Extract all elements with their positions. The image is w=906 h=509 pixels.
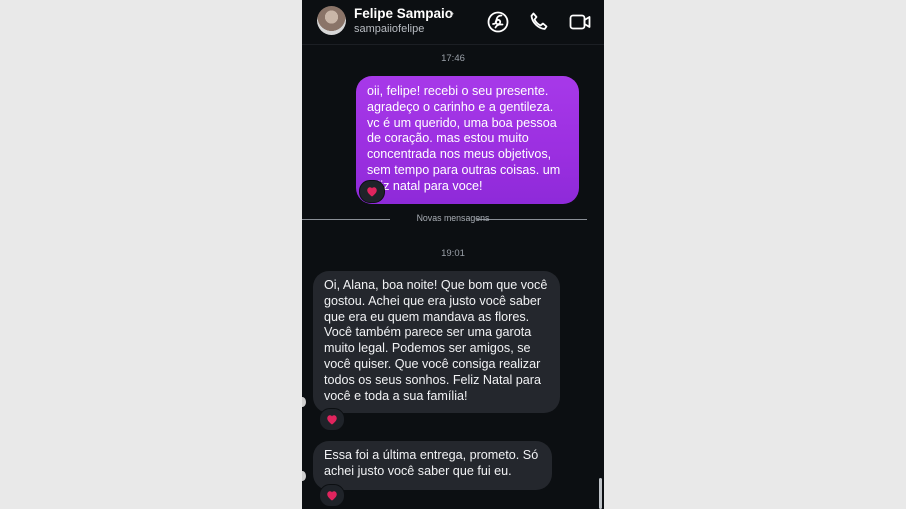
chat-header: Felipe Sampaio › sampaiiofelipe (302, 0, 604, 45)
new-messages-divider: Novas mensagens (416, 213, 490, 223)
received-message-bubble[interactable]: Oi, Alana, boa noite! Que bom que você g… (313, 271, 560, 413)
sent-message-bubble[interactable]: oii, felipe! recebi o seu presente. agra… (356, 76, 579, 204)
heart-reaction-icon[interactable] (319, 484, 345, 507)
phone-call-icon[interactable] (527, 10, 551, 34)
sender-avatar-edge (302, 471, 306, 481)
sticker-icon[interactable] (486, 10, 510, 34)
right-letterbox (604, 0, 906, 509)
received-message-bubble[interactable]: Essa foi a última entrega, prometo. Só a… (313, 441, 552, 490)
contact-handle: sampaiiofelipe (354, 23, 425, 35)
timestamp: 17:46 (441, 53, 465, 64)
heart-reaction-icon[interactable] (319, 408, 345, 431)
heart-reaction-icon[interactable] (359, 180, 385, 203)
sender-avatar-edge (302, 397, 306, 407)
contact-name[interactable]: Felipe Sampaio (354, 6, 453, 21)
scrollbar[interactable] (599, 478, 602, 509)
chevron-right-icon[interactable]: › (450, 6, 454, 20)
left-letterbox (0, 0, 302, 509)
avatar[interactable] (317, 6, 346, 35)
video-call-icon[interactable] (568, 10, 592, 34)
dm-conversation-screen: Felipe Sampaio › sampaiiofelipe 17:46 oi… (302, 0, 604, 509)
timestamp: 19:01 (441, 248, 465, 259)
